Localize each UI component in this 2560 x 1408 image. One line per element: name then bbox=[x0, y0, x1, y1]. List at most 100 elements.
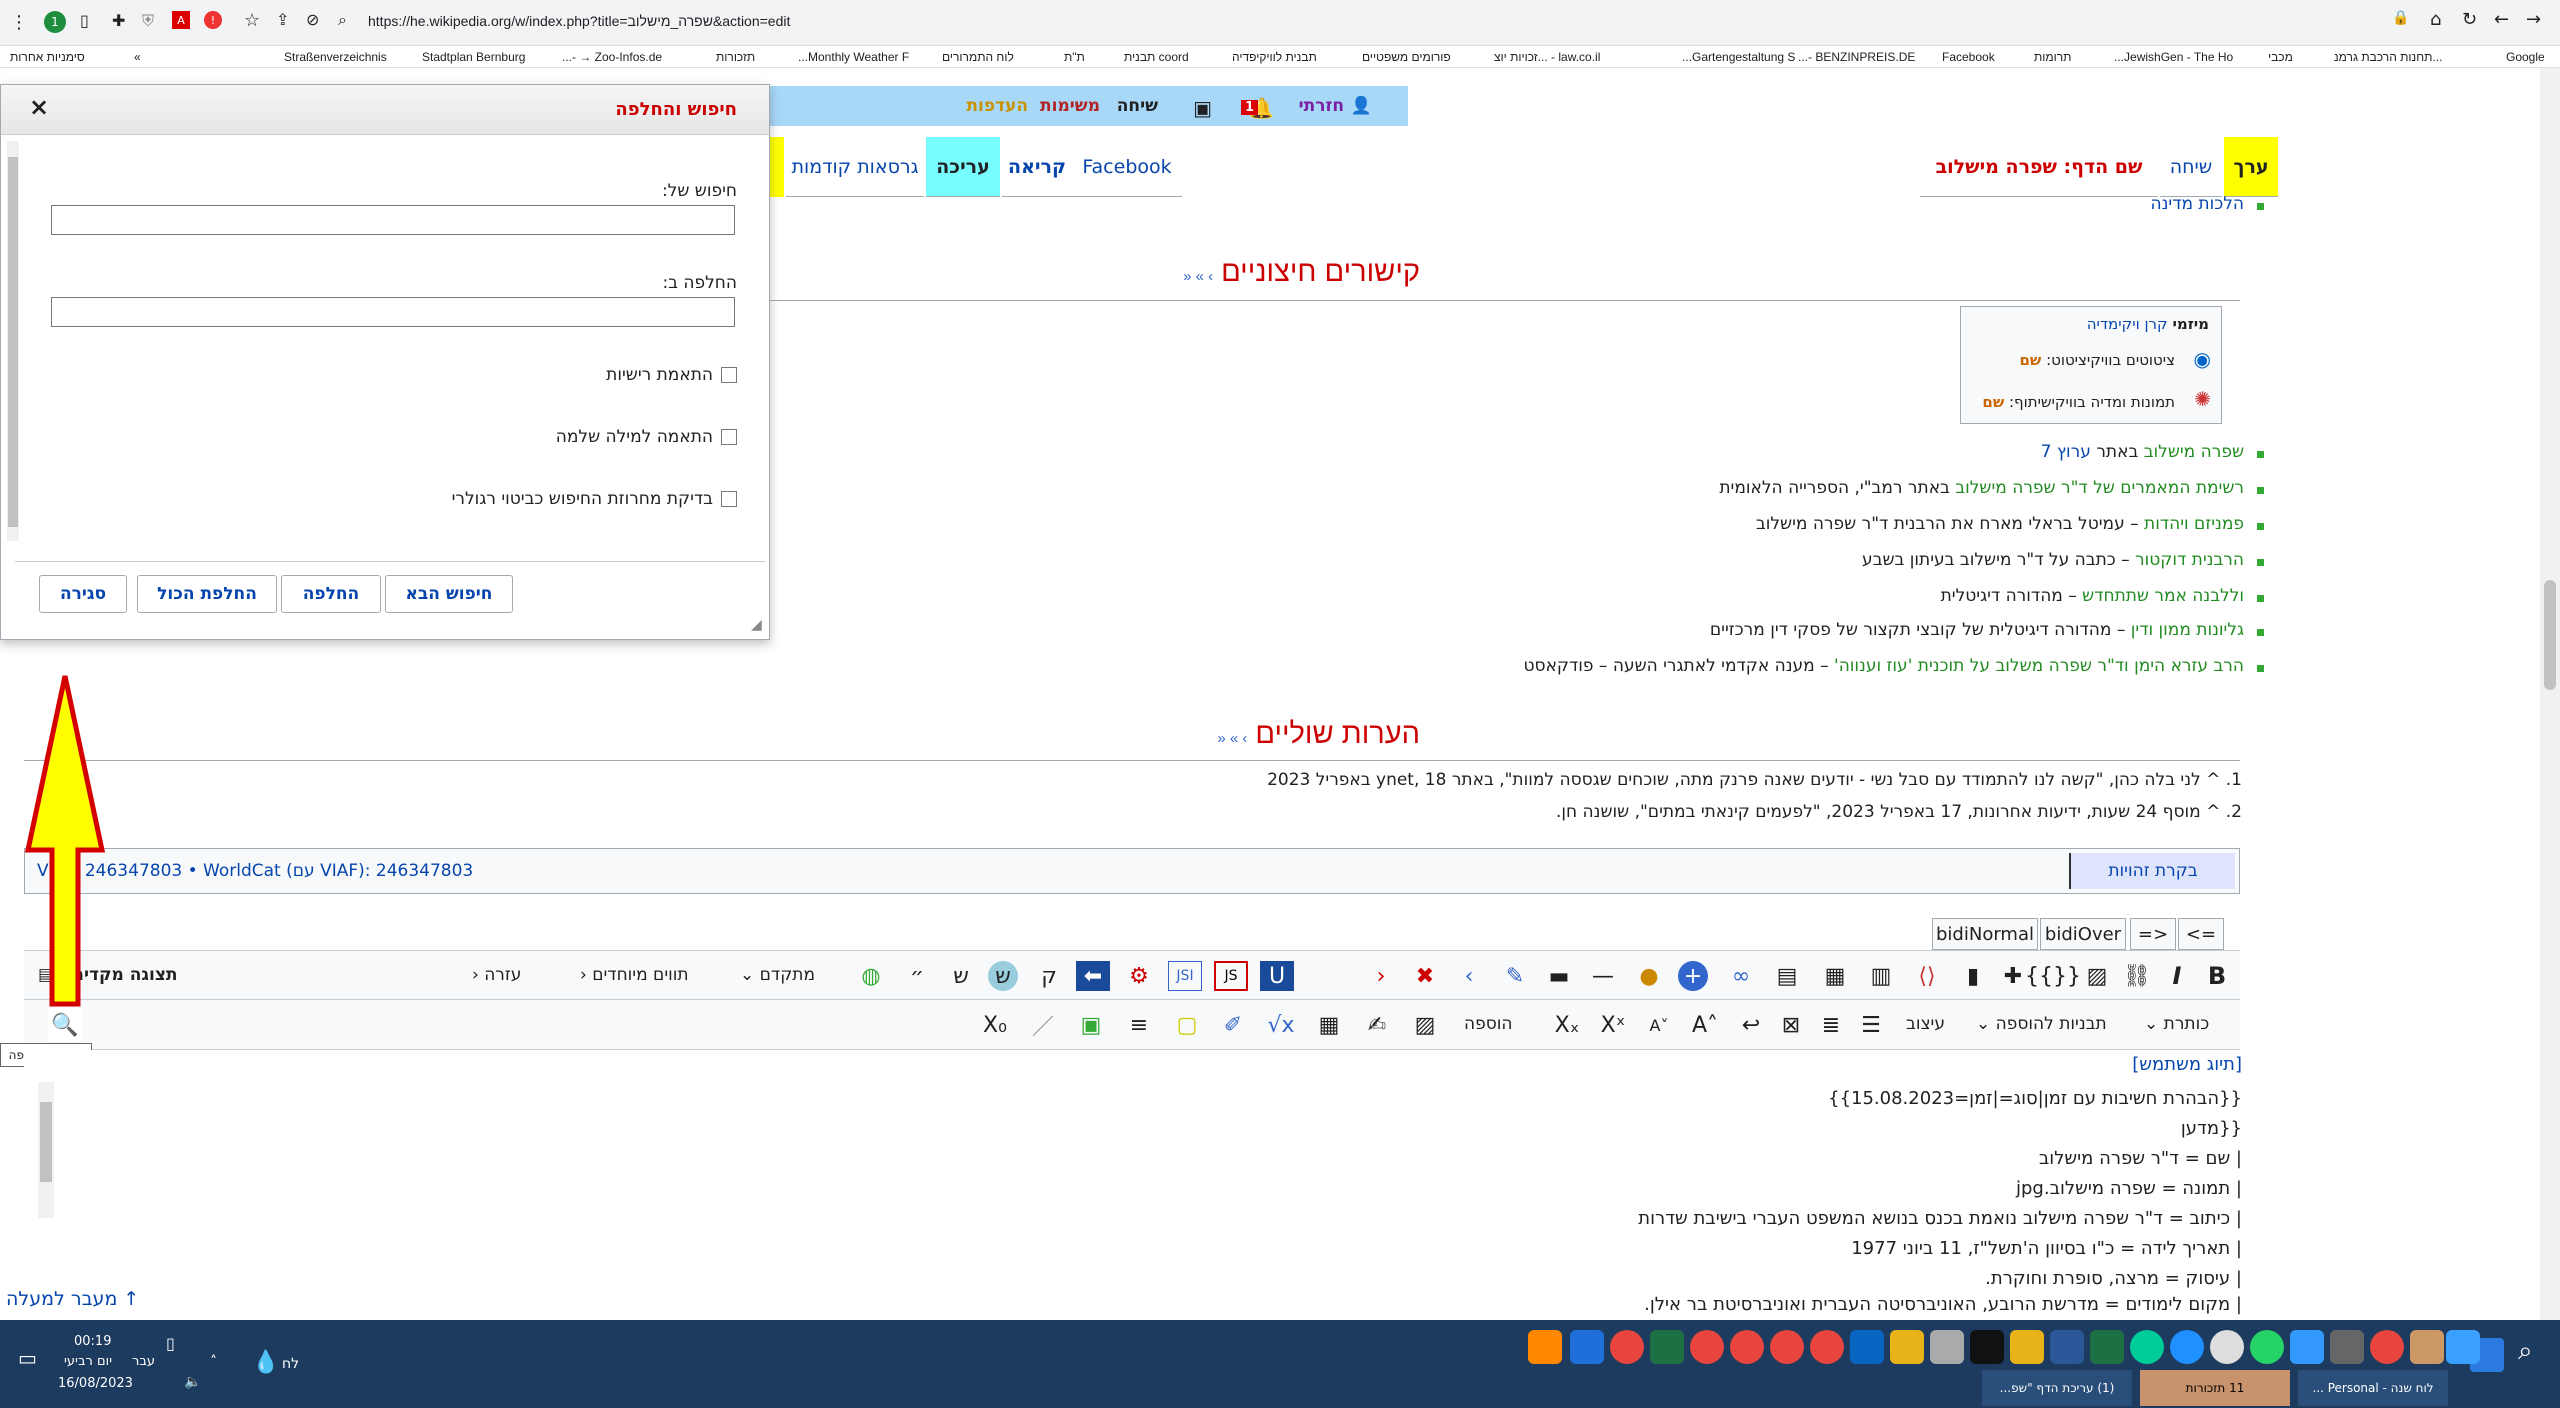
image-icon[interactable]: ▨ bbox=[2080, 961, 2114, 991]
geresh-icon[interactable]: ״ bbox=[900, 961, 934, 991]
chain-link-icon[interactable]: ∞ bbox=[1724, 961, 1758, 991]
pencil-icon[interactable]: ／ bbox=[1026, 1010, 1060, 1040]
shield-icon[interactable]: ⛨ bbox=[142, 11, 154, 31]
prefs-link[interactable]: העדפות bbox=[966, 96, 1028, 116]
page-scrollbar[interactable] bbox=[2540, 68, 2560, 1320]
tab-edit[interactable]: עריכה bbox=[926, 137, 1000, 197]
shin-circle-icon[interactable]: ש bbox=[988, 961, 1018, 991]
shin-icon[interactable]: ש bbox=[944, 961, 978, 991]
signature-icon[interactable]: ✍ bbox=[1360, 1010, 1394, 1040]
citation-icon[interactable]: ▤ bbox=[1770, 961, 1804, 991]
taskbar-window-calendar[interactable]: לוח שנה - Personal ... bbox=[2298, 1370, 2448, 1406]
jsi-icon[interactable]: JSI bbox=[1168, 961, 1202, 991]
dialog-scrollbar[interactable] bbox=[7, 141, 19, 541]
special-chars-menu[interactable]: תווים מיוחדים ‹ bbox=[580, 965, 689, 985]
globe-icon[interactable]: ◍ bbox=[854, 961, 888, 991]
draw-icon[interactable]: ✎ bbox=[1498, 961, 1532, 991]
arrow-back-icon[interactable]: ⬅ bbox=[1076, 961, 1110, 991]
italic-icon[interactable]: I bbox=[2160, 961, 2194, 991]
taskbar-chrome-icon[interactable] bbox=[1690, 1330, 1724, 1364]
replace-button[interactable]: החלפה bbox=[281, 575, 381, 613]
plus-circle-icon[interactable]: + bbox=[1678, 961, 1708, 991]
nowiki-icon[interactable]: ⟨⟩ bbox=[1910, 961, 1944, 991]
speaker-icon[interactable]: 🔈 bbox=[184, 1374, 201, 1390]
rtl-mark-button[interactable]: => bbox=[2130, 918, 2176, 950]
taskbar-window-reminders[interactable]: 11 תזכורות bbox=[2140, 1370, 2290, 1406]
bookmark-item[interactable]: תזכורות bbox=[716, 50, 755, 64]
article-link[interactable]: הלכות מדינה bbox=[2150, 194, 2264, 214]
bookmark-icon[interactable]: ▮ bbox=[1956, 961, 1990, 991]
regex-checkbox[interactable] bbox=[721, 491, 737, 507]
split-icon[interactable]: ✖ bbox=[1408, 961, 1442, 991]
tab-facebook[interactable]: Facebook bbox=[1072, 137, 1182, 197]
sister-quote-link[interactable]: שם bbox=[2019, 351, 2041, 369]
bookmark-item[interactable]: JewishGen - The Ho... bbox=[2114, 50, 2233, 64]
taskbar-app-icon[interactable] bbox=[1930, 1330, 1964, 1364]
bookmark-item[interactable]: פורומים משפטיים bbox=[1362, 50, 1451, 64]
inbox-icon[interactable]: ▣ bbox=[1193, 96, 1212, 120]
resize-handle-icon[interactable]: ◢ bbox=[751, 617, 762, 633]
match-case-option[interactable]: התאמת רישיות bbox=[606, 365, 737, 385]
dialog-close-button[interactable]: סגירה bbox=[39, 575, 127, 613]
taskbar-window-chrome[interactable]: (1) עריכת הדף "שפ... bbox=[1982, 1370, 2132, 1406]
search-replace-icon[interactable]: 🔍 bbox=[48, 1008, 82, 1042]
bookmark-item[interactable]: לוח התמרורים bbox=[942, 50, 1014, 64]
search-input[interactable] bbox=[51, 205, 735, 235]
taskbar-app-search-icon[interactable] bbox=[1528, 1330, 1562, 1364]
newline-icon[interactable]: ↩ bbox=[1734, 1010, 1768, 1040]
person-icon[interactable]: ● bbox=[1632, 961, 1666, 991]
taskbar-word-icon[interactable] bbox=[2050, 1330, 2084, 1364]
bookmarks-overflow-icon[interactable]: » bbox=[134, 50, 141, 64]
chevron-right-red-icon[interactable]: › bbox=[1364, 961, 1398, 991]
bookmark-item[interactable]: ...תחנות הרכבת גרמנ bbox=[2334, 50, 2442, 64]
share-icon[interactable]: ⇪ bbox=[276, 10, 289, 29]
math-icon[interactable]: √x bbox=[1264, 1010, 1298, 1040]
qof-icon[interactable]: ק bbox=[1032, 961, 1066, 991]
taskbar-download-icon[interactable] bbox=[2290, 1330, 2324, 1364]
bookmark-other[interactable]: סימניות אחרות bbox=[10, 50, 85, 64]
tray-chevron-icon[interactable]: ˄ bbox=[210, 1354, 217, 1370]
pdf-icon[interactable]: A bbox=[172, 11, 190, 29]
heading-arrows[interactable]: › » « bbox=[1183, 268, 1213, 285]
close-icon[interactable]: × bbox=[29, 93, 49, 121]
taskbar-app-icon[interactable] bbox=[2410, 1330, 2444, 1364]
editor-scrollbar[interactable] bbox=[38, 1082, 54, 1218]
watchlist-link[interactable]: משימות bbox=[1040, 96, 1100, 116]
whole-word-checkbox[interactable] bbox=[721, 429, 737, 445]
underline-u-icon[interactable]: U bbox=[1260, 961, 1294, 991]
templates-dropdown[interactable]: תבניות להוספה ⌄ bbox=[1976, 1014, 2107, 1034]
numbered-list-icon[interactable]: ≣ bbox=[1814, 1010, 1848, 1040]
tab-talk[interactable]: שיחה bbox=[2160, 137, 2222, 197]
bookmark-item[interactable]: מכבי bbox=[2268, 50, 2293, 64]
taskbar-app-icon[interactable] bbox=[1570, 1330, 1604, 1364]
keyboard-icon[interactable]: ▬ bbox=[1542, 961, 1576, 991]
chart-icon[interactable]: ▥ bbox=[1864, 961, 1898, 991]
whole-word-option[interactable]: התאמה למילה שלמה bbox=[556, 427, 737, 447]
taskbar-app-icon[interactable] bbox=[2210, 1330, 2244, 1364]
ruler-icon[interactable]: ✐ bbox=[1216, 1010, 1250, 1040]
puzzle-icon[interactable]: ✚ bbox=[112, 11, 125, 30]
bullet-list-icon[interactable]: ☰ bbox=[1854, 1010, 1888, 1040]
taskbar-app-icon[interactable] bbox=[2330, 1330, 2364, 1364]
bookmark-item[interactable]: תרומות bbox=[2034, 50, 2071, 64]
find-next-button[interactable]: חיפוש הבא bbox=[385, 575, 513, 613]
bookmark-item[interactable]: law.co.il - ...זכויות יוצ bbox=[1494, 50, 1600, 64]
bold-icon[interactable]: B bbox=[2200, 961, 2234, 991]
input-language[interactable]: עבר bbox=[132, 1354, 155, 1369]
help-menu[interactable]: עזרה ‹ bbox=[472, 965, 521, 985]
tab-history[interactable]: גרסאות קודמות bbox=[786, 137, 924, 197]
table-icon[interactable]: ▦ bbox=[1312, 1010, 1346, 1040]
taskbar-chrome-icon[interactable] bbox=[1770, 1330, 1804, 1364]
taskbar-chrome-icon[interactable] bbox=[2370, 1330, 2404, 1364]
bidi-over-button[interactable]: bidiOver bbox=[2040, 918, 2126, 950]
terminal-icon[interactable]: ▣ bbox=[1074, 1010, 1108, 1040]
extension-badge[interactable]: 1 bbox=[44, 11, 66, 33]
template-braces-icon[interactable]: {{}} bbox=[2025, 961, 2081, 991]
subscript-icon[interactable]: Xₓ bbox=[1550, 1010, 1584, 1040]
user-link[interactable]: חזרתי bbox=[1299, 96, 1344, 116]
bookmark-item[interactable]: תבנית לוויקיפדיה bbox=[1232, 50, 1317, 64]
horizontal-rule-icon[interactable]: — bbox=[1586, 961, 1620, 991]
taskbar-chrome-icon[interactable] bbox=[1810, 1330, 1844, 1364]
taskbar-app-icon[interactable] bbox=[2446, 1330, 2480, 1364]
small-text-icon[interactable]: A˅ bbox=[1642, 1010, 1676, 1040]
